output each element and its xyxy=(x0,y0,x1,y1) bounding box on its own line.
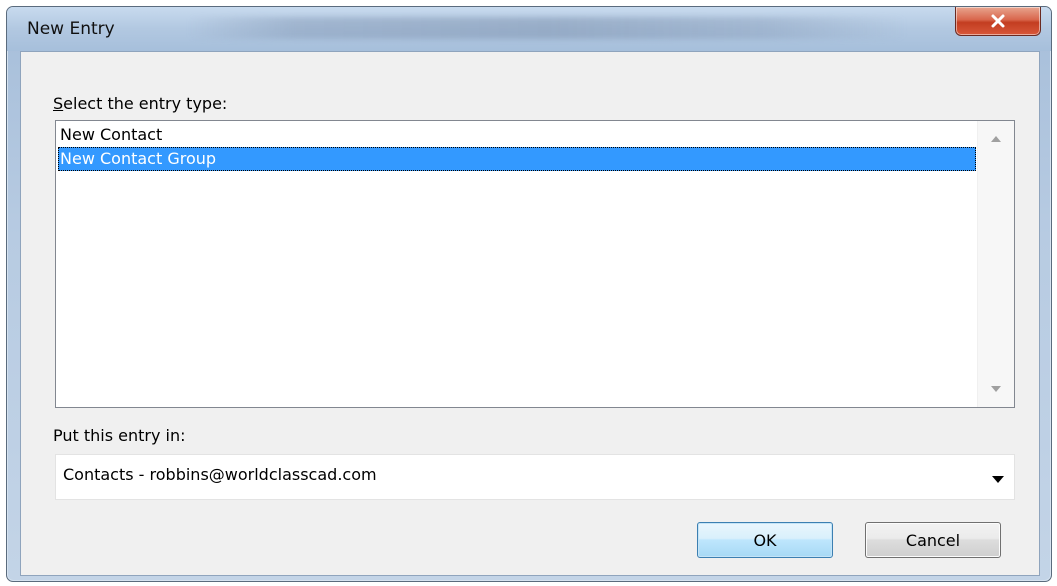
close-button[interactable] xyxy=(955,7,1041,36)
window-title: New Entry xyxy=(27,19,115,39)
scroll-up-button[interactable] xyxy=(978,121,1014,157)
listbox-scrollbar[interactable] xyxy=(977,121,1014,407)
location-label: Put this entry in: xyxy=(53,426,186,445)
entry-type-listbox[interactable]: New Contact New Contact Group xyxy=(55,120,1015,408)
chevron-down-icon xyxy=(991,386,1001,392)
location-dropdown-value: Contacts - robbins@worldclasscad.com xyxy=(63,465,377,484)
blurred-background-window-title xyxy=(187,17,907,39)
new-entry-dialog: New Entry Select the entry type: New Con… xyxy=(6,6,1052,582)
cancel-button[interactable]: Cancel xyxy=(865,522,1001,558)
location-dropdown[interactable]: Contacts - robbins@worldclasscad.com xyxy=(55,454,1015,500)
entry-type-label-accesskey: S xyxy=(53,94,64,113)
ok-button[interactable]: OK xyxy=(697,522,833,558)
dialog-client-area: Select the entry type: New Contact New C… xyxy=(20,51,1040,576)
list-item-new-contact[interactable]: New Contact xyxy=(58,123,976,147)
caret-down-icon xyxy=(992,475,1004,483)
dropdown-arrow[interactable] xyxy=(988,469,1008,489)
entry-type-label-text: elect the entry type: xyxy=(63,94,228,113)
list-item-new-contact-group[interactable]: New Contact Group xyxy=(58,147,976,171)
chevron-up-icon xyxy=(991,136,1001,142)
close-icon xyxy=(991,14,1005,28)
entry-type-label: Select the entry type: xyxy=(53,94,227,113)
entry-type-list: New Contact New Contact Group xyxy=(58,123,976,171)
scroll-down-button[interactable] xyxy=(978,371,1014,407)
title-bar[interactable]: New Entry xyxy=(7,7,1051,51)
